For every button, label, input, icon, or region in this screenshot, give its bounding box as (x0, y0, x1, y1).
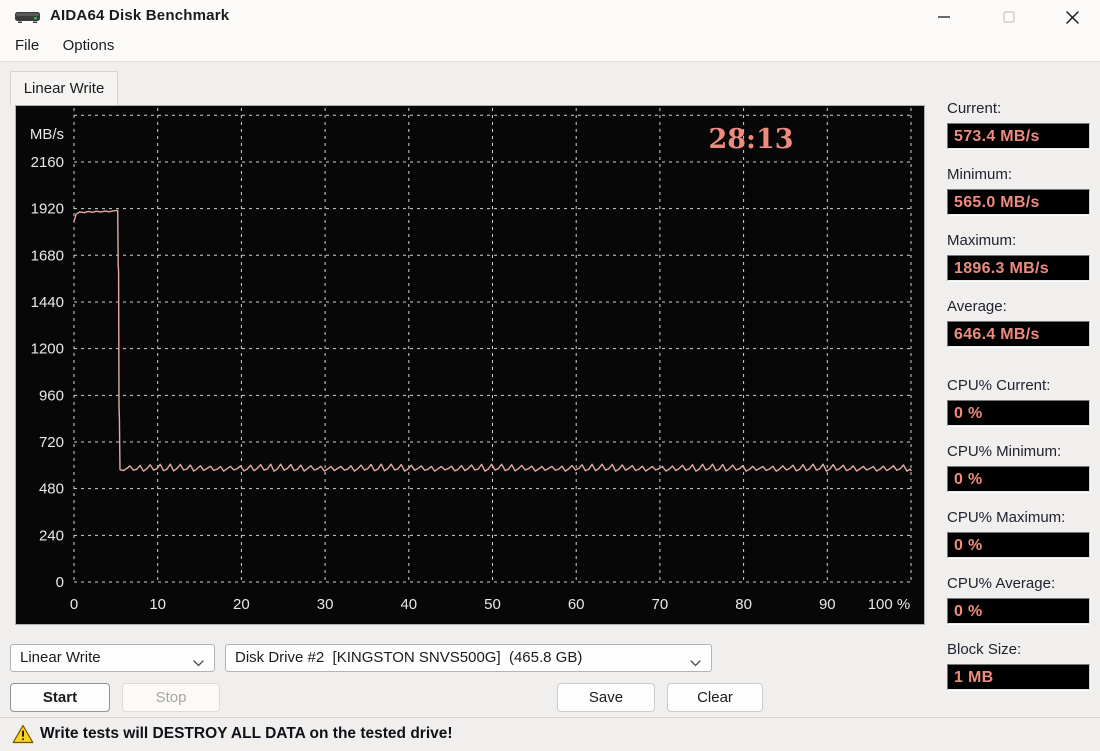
stat-value: 565.0 MB/s (947, 189, 1090, 215)
stat-cpu-minimum: CPU% Minimum: 0 % (947, 443, 1090, 493)
stat-label: Current: (947, 100, 1002, 117)
svg-text:1920: 1920 (31, 201, 64, 218)
warning-text: Write tests will DESTROY ALL DATA on the… (40, 725, 453, 742)
test-type-dropdown[interactable]: Linear Write (10, 644, 215, 672)
menu-bar: File Options (0, 33, 1100, 62)
svg-text:240: 240 (39, 527, 64, 544)
chevron-down-icon (193, 654, 204, 671)
svg-text:1680: 1680 (31, 247, 64, 264)
stat-current: Current: 573.4 MB/s (947, 100, 1090, 150)
stat-value: 0 % (947, 400, 1090, 426)
svg-text:30: 30 (317, 596, 334, 613)
benchmark-chart: 0 240 480 720 960 1200 1440 1680 1920 2160 MB/s 0 10… (15, 105, 925, 625)
window-title: AIDA64 Disk Benchmark (50, 7, 230, 24)
chart-canvas: 0 240 480 720 960 1200 1440 1680 1920 2160 MB/s 0 10… (30, 108, 912, 613)
stat-value: 573.4 MB/s (947, 123, 1090, 149)
svg-text:70: 70 (652, 596, 669, 613)
drive-value: Disk Drive #2 [KINGSTON SNVS500G] (465.8… (235, 649, 583, 666)
title-bar: AIDA64 Disk Benchmark (0, 0, 1100, 33)
stat-value: 0 % (947, 532, 1090, 558)
chevron-down-icon (690, 654, 701, 671)
stat-block-size: Block Size: 1 MB (947, 641, 1090, 691)
save-button[interactable]: Save (557, 683, 655, 712)
warning-icon (12, 724, 34, 749)
tab-linear-write[interactable]: Linear Write (10, 71, 118, 105)
svg-text:100 %: 100 % (868, 596, 911, 613)
close-button[interactable] (1052, 4, 1092, 30)
stat-label: Minimum: (947, 166, 1013, 183)
test-type-value: Linear Write (20, 649, 101, 666)
status-bar: Write tests will DESTROY ALL DATA on the… (0, 717, 1100, 751)
stat-minimum: Minimum: 565.0 MB/s (947, 166, 1090, 216)
stat-value: 1896.3 MB/s (947, 255, 1090, 281)
svg-text:90: 90 (819, 596, 836, 613)
svg-text:0: 0 (70, 596, 78, 613)
svg-text:40: 40 (400, 596, 417, 613)
stat-value: 0 % (947, 466, 1090, 492)
stat-label: Average: (947, 298, 1007, 315)
menu-options[interactable]: Options (55, 33, 123, 58)
stat-value: 0 % (947, 598, 1090, 624)
svg-text:80: 80 (735, 596, 752, 613)
svg-text:50: 50 (484, 596, 501, 613)
stat-value: 1 MB (947, 664, 1090, 690)
minimize-button[interactable] (924, 4, 964, 30)
svg-text:1440: 1440 (31, 294, 64, 311)
stat-value: 646.4 MB/s (947, 321, 1090, 347)
stat-label: CPU% Minimum: (947, 443, 1062, 460)
svg-text:10: 10 (149, 596, 166, 613)
stat-cpu-current: CPU% Current: 0 % (947, 377, 1090, 427)
maximize-button[interactable] (989, 4, 1029, 30)
stat-label: Block Size: (947, 641, 1022, 658)
stat-label: Maximum: (947, 232, 1017, 249)
svg-text:960: 960 (39, 387, 64, 404)
stat-label: CPU% Maximum: (947, 509, 1066, 526)
svg-text:480: 480 (39, 481, 64, 498)
svg-text:2160: 2160 (31, 154, 64, 171)
svg-text:MB/s: MB/s (30, 126, 64, 143)
stat-cpu-average: CPU% Average: 0 % (947, 575, 1090, 625)
svg-text:60: 60 (568, 596, 585, 613)
stat-maximum: Maximum: 1896.3 MB/s (947, 232, 1090, 282)
drive-dropdown[interactable]: Disk Drive #2 [KINGSTON SNVS500G] (465.8… (225, 644, 712, 672)
start-button[interactable]: Start (10, 683, 110, 712)
menu-file[interactable]: File (7, 33, 47, 58)
stat-cpu-maximum: CPU% Maximum: 0 % (947, 509, 1090, 559)
stat-label: CPU% Current: (947, 377, 1051, 394)
clear-button[interactable]: Clear (667, 683, 763, 712)
stat-label: CPU% Average: (947, 575, 1056, 592)
stop-button[interactable]: Stop (122, 683, 220, 712)
svg-text:0: 0 (56, 574, 64, 591)
app-drive-icon (14, 9, 41, 24)
svg-text:1200: 1200 (31, 341, 64, 358)
svg-text:28:13: 28:13 (708, 124, 793, 155)
svg-text:20: 20 (233, 596, 250, 613)
stat-average: Average: 646.4 MB/s (947, 298, 1090, 348)
svg-text:720: 720 (39, 434, 64, 451)
